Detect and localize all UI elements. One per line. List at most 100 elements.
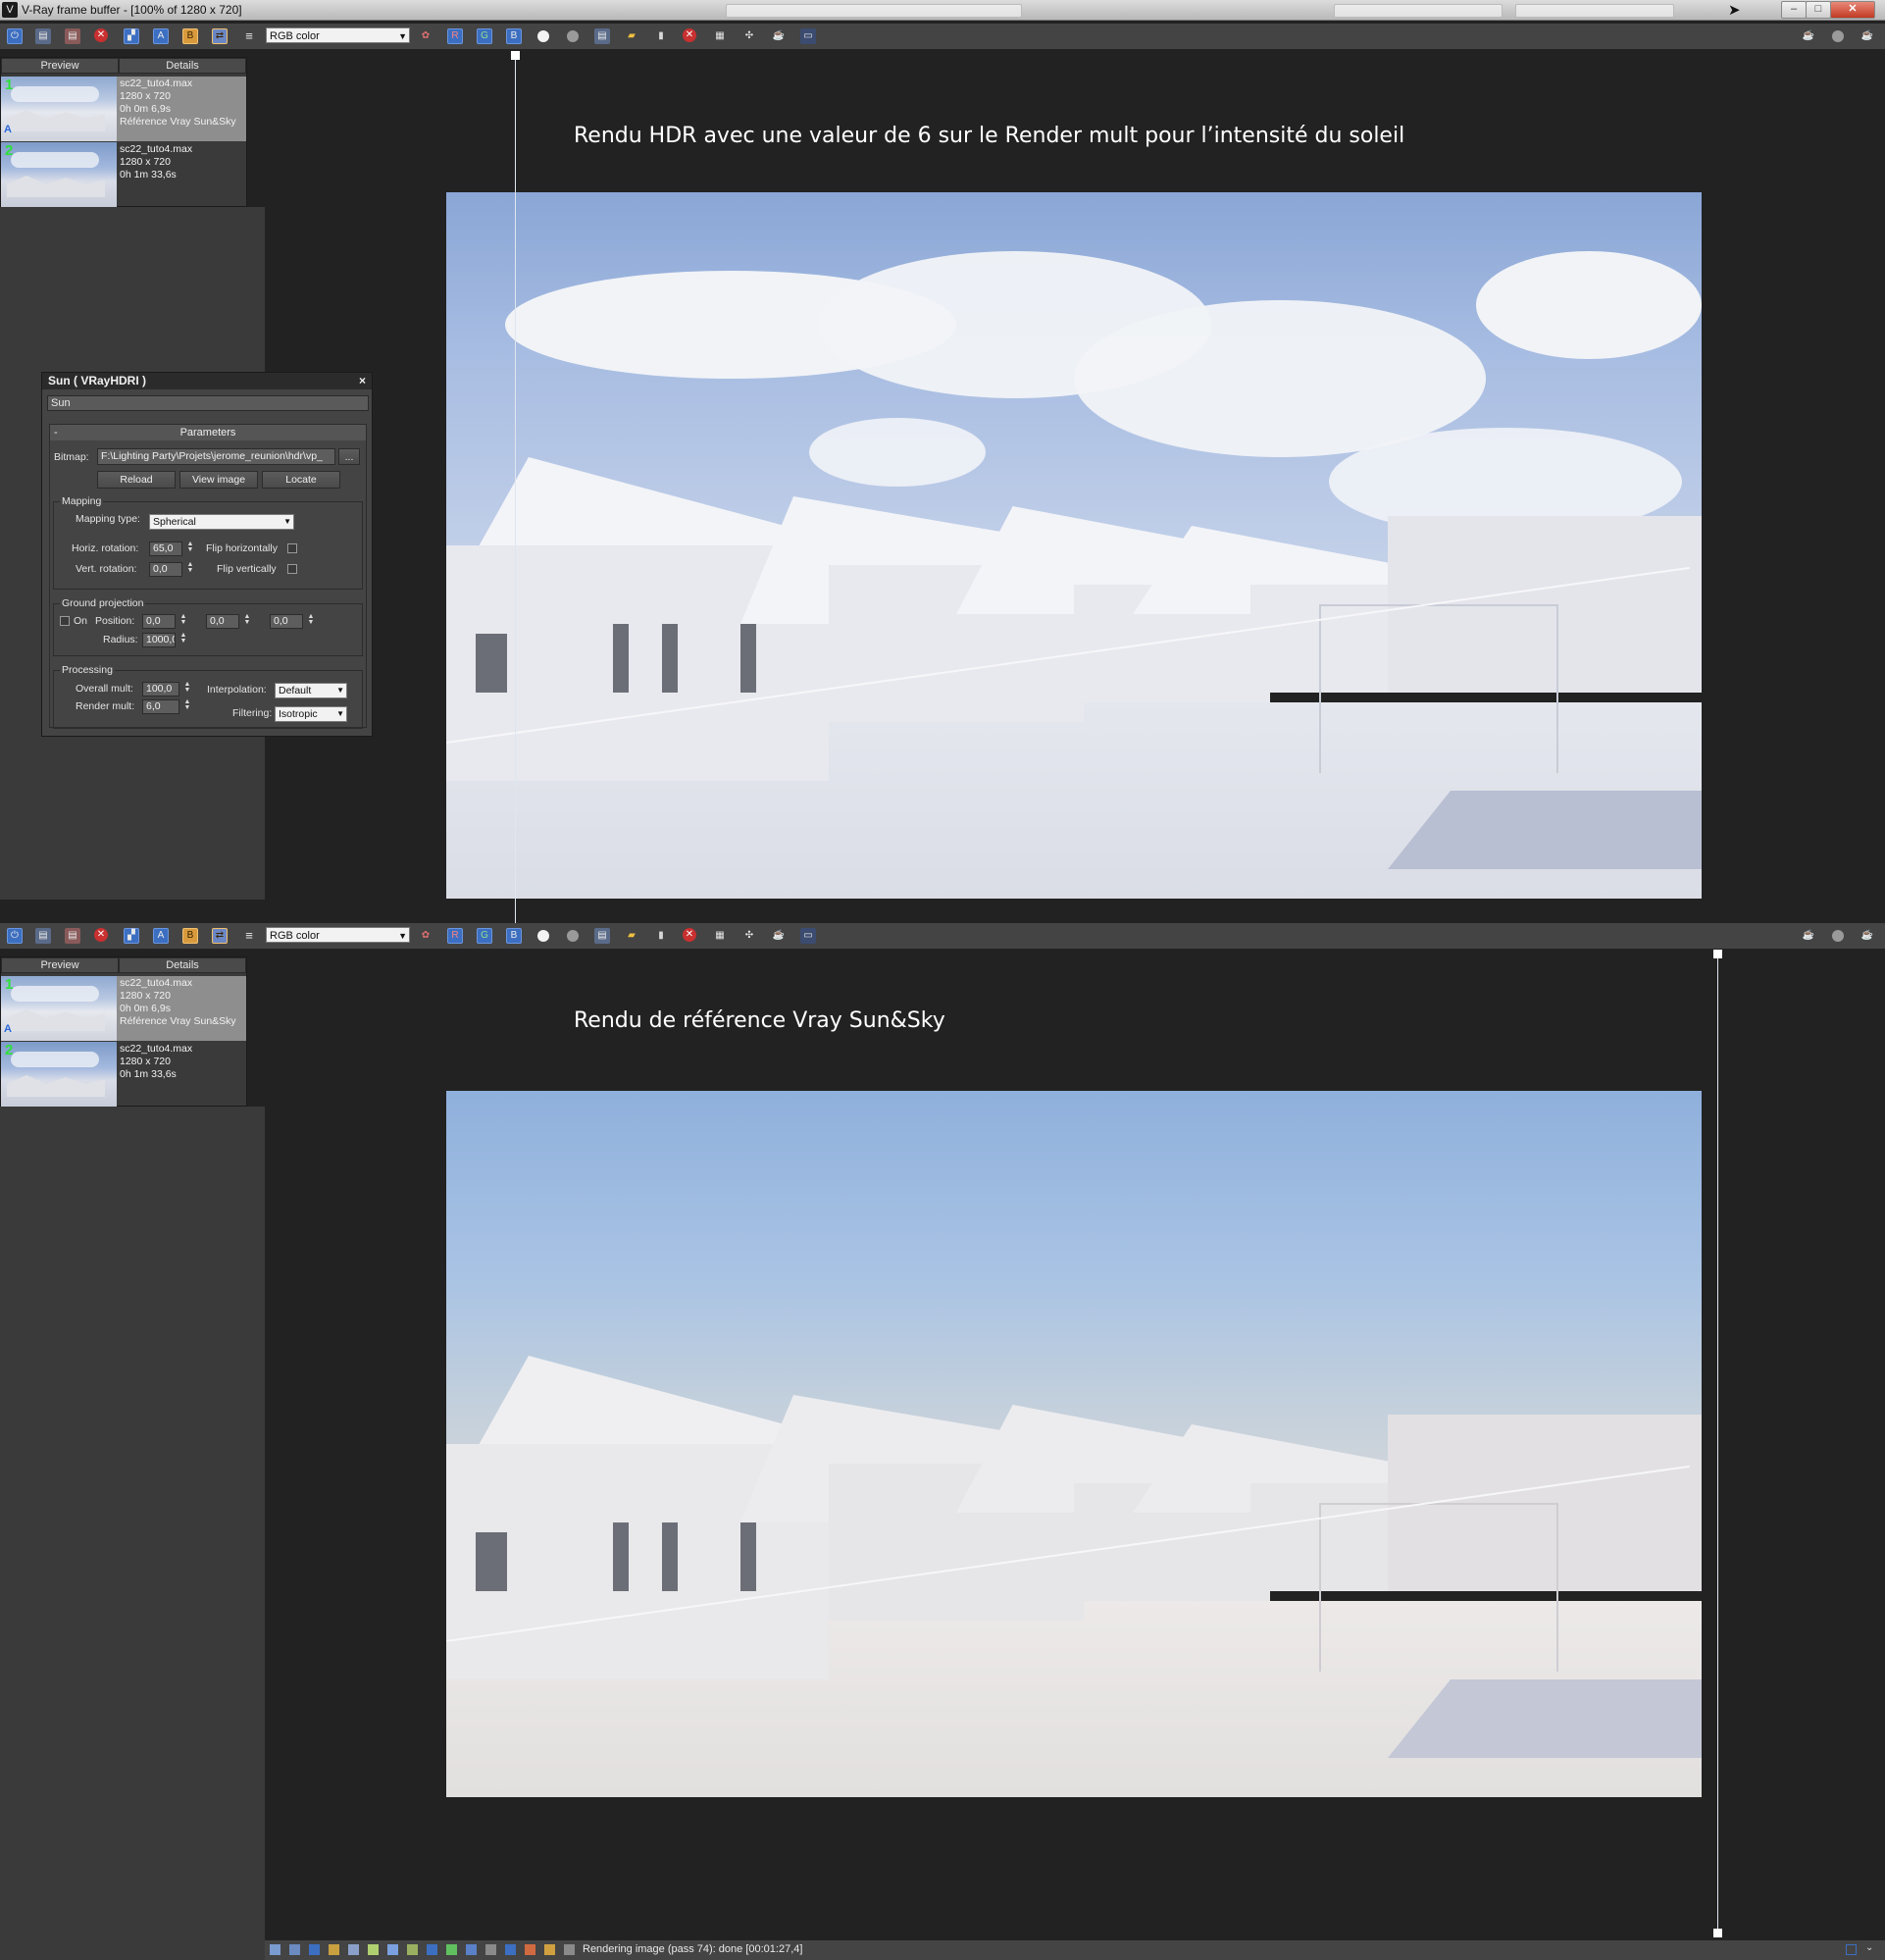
lut-icon[interactable]: ▭ <box>800 28 816 44</box>
flip-vertically-checkbox[interactable] <box>287 564 297 574</box>
grey-circle-icon[interactable] <box>567 30 579 42</box>
b-icon[interactable]: B <box>182 928 198 944</box>
save-image-icon[interactable]: ▤ <box>594 928 610 944</box>
status-tool-icon[interactable] <box>368 1944 379 1955</box>
history-details-header[interactable]: Details <box>119 58 246 74</box>
history-preview-header[interactable]: Preview <box>1 957 119 973</box>
green-channel-icon[interactable]: G <box>477 28 492 44</box>
browse-button[interactable]: ... <box>338 448 360 465</box>
lut-icon[interactable]: ▭ <box>800 928 816 944</box>
clipboard-icon[interactable]: ▮ <box>653 28 669 44</box>
region-icon[interactable]: ▦ <box>712 28 728 44</box>
horiz-rotation-spinner[interactable]: ▲ ▼ <box>186 541 194 554</box>
render-mult-field[interactable]: 6,0 <box>142 699 179 714</box>
blue-channel-icon[interactable]: B <box>506 28 522 44</box>
a-icon[interactable]: A <box>153 928 169 944</box>
green-channel-icon[interactable]: G <box>477 928 492 944</box>
save-icon[interactable]: ▤ <box>35 28 51 44</box>
swap-icon[interactable]: ⇄ <box>212 28 228 44</box>
interpolation-select[interactable]: Default ▼ <box>275 683 347 698</box>
pan-icon[interactable]: ✣ <box>741 928 757 944</box>
clear-icon[interactable]: ✕ <box>94 928 108 942</box>
save-all-icon[interactable]: ▤ <box>65 28 80 44</box>
position-x-field[interactable]: 0,0 <box>142 614 176 629</box>
locate-button[interactable]: Locate <box>262 471 340 489</box>
radius-spinner[interactable]: ▲ ▼ <box>179 632 187 645</box>
view-image-button[interactable]: View image <box>179 471 258 489</box>
radius-field[interactable]: 1000,0 <box>142 633 176 647</box>
dialog-close-icon[interactable]: × <box>359 373 366 389</box>
status-tool-icon[interactable] <box>309 1944 320 1955</box>
status-tool-icon[interactable] <box>466 1944 477 1955</box>
clipboard-icon[interactable]: ▮ <box>653 928 669 944</box>
status-tool-icon[interactable] <box>564 1944 575 1955</box>
status-tool-icon[interactable] <box>289 1944 300 1955</box>
red-channel-icon[interactable]: R <box>447 28 463 44</box>
compare-divider[interactable] <box>1717 954 1718 1934</box>
status-tool-icon[interactable] <box>427 1944 437 1955</box>
position-z-field[interactable]: 0,0 <box>270 614 303 629</box>
red-channel-icon[interactable]: R <box>447 928 463 944</box>
pan-icon[interactable]: ✣ <box>741 28 757 44</box>
region-icon[interactable]: ▦ <box>712 928 728 944</box>
position-y-field[interactable]: 0,0 <box>206 614 239 629</box>
open-folder-icon[interactable]: ▰ <box>624 28 639 44</box>
horiz-rotation-field[interactable]: 65,0 <box>149 542 182 556</box>
vert-rotation-field[interactable]: 0,0 <box>149 562 182 577</box>
menu-icon[interactable]: ≡ <box>241 28 257 44</box>
status-expand-icon[interactable]: ⌄ <box>1865 1942 1873 1953</box>
history-item[interactable]: 1 A sc22_tuto4.max 1280 x 720 0h 0m 6,9s… <box>1 976 246 1041</box>
status-window-icon[interactable] <box>1846 1944 1857 1955</box>
compare-handle[interactable] <box>1713 1929 1722 1937</box>
blue-channel-icon[interactable]: B <box>506 928 522 944</box>
channel-select[interactable]: RGB color ▼ <box>266 27 410 43</box>
status-tool-icon[interactable] <box>348 1944 359 1955</box>
teapot-icon[interactable]: ☕ <box>771 28 787 44</box>
map-name-field[interactable]: Sun <box>47 395 369 411</box>
status-tool-icon[interactable] <box>270 1944 280 1955</box>
compare-handle[interactable] <box>1713 950 1722 958</box>
compare-divider[interactable] <box>515 54 516 927</box>
history-details-header[interactable]: Details <box>119 957 246 973</box>
minimize-button[interactable]: – <box>1781 1 1807 19</box>
overall-mult-field[interactable]: 100,0 <box>142 682 179 696</box>
overall-mult-spinner[interactable]: ▲ ▼ <box>183 681 191 695</box>
filtering-select[interactable]: Isotropic ▼ <box>275 706 347 722</box>
status-tool-icon[interactable] <box>525 1944 535 1955</box>
status-tool-icon[interactable] <box>505 1944 516 1955</box>
history-preview-header[interactable]: Preview <box>1 58 119 74</box>
white-circle-icon[interactable] <box>537 30 549 42</box>
compare-ab-icon[interactable]: ▞ <box>124 928 139 944</box>
position-x-spinner[interactable]: ▲ ▼ <box>179 613 187 627</box>
rollout-header[interactable]: - Parameters <box>50 425 366 440</box>
ground-on-checkbox[interactable] <box>60 616 70 626</box>
mapping-type-select[interactable]: Spherical ▼ <box>149 514 294 530</box>
status-tool-icon[interactable] <box>407 1944 418 1955</box>
history-item[interactable]: 2 sc22_tuto4.max 1280 x 720 0h 1m 33,6s <box>1 1042 246 1107</box>
menu-icon[interactable]: ≡ <box>241 928 257 944</box>
render-teapot-icon[interactable]: ☕ <box>1801 928 1816 944</box>
dialog-title[interactable]: Sun ( VRayHDRI ) × <box>42 373 372 389</box>
interactive-teapot-icon[interactable]: ☕ <box>1860 928 1875 944</box>
grey-circle-icon[interactable] <box>567 930 579 942</box>
clear-icon[interactable]: ✕ <box>94 28 108 42</box>
position-z-spinner[interactable]: ▲ ▼ <box>307 613 315 627</box>
open-folder-icon[interactable]: ▰ <box>624 928 639 944</box>
save-icon[interactable]: ▤ <box>35 928 51 944</box>
compare-ab-icon[interactable]: ▞ <box>124 28 139 44</box>
color-channels-icon[interactable]: ✿ <box>418 928 433 944</box>
rollout-collapse-icon[interactable]: - <box>54 425 58 440</box>
bitmap-path-field[interactable]: F:\Lighting Party\Projets\jerome_reunion… <box>97 448 335 465</box>
render-teapot-icon[interactable]: ☕ <box>1801 28 1816 44</box>
status-tool-icon[interactable] <box>544 1944 555 1955</box>
stop-icon[interactable]: ✕ <box>683 928 696 942</box>
history-item[interactable]: 1 A sc22_tuto4.max 1280 x 720 0h 0m 6,9s… <box>1 77 246 141</box>
interactive-teapot-icon[interactable]: ☕ <box>1860 28 1875 44</box>
white-circle-icon[interactable] <box>537 930 549 942</box>
close-button[interactable]: ✕ <box>1830 1 1875 19</box>
channel-select[interactable]: RGB color ▼ <box>266 927 410 943</box>
reload-button[interactable]: Reload <box>97 471 176 489</box>
b-icon[interactable]: B <box>182 28 198 44</box>
maximize-button[interactable]: □ <box>1806 1 1831 19</box>
power-icon[interactable]: ⏻ <box>7 28 23 44</box>
